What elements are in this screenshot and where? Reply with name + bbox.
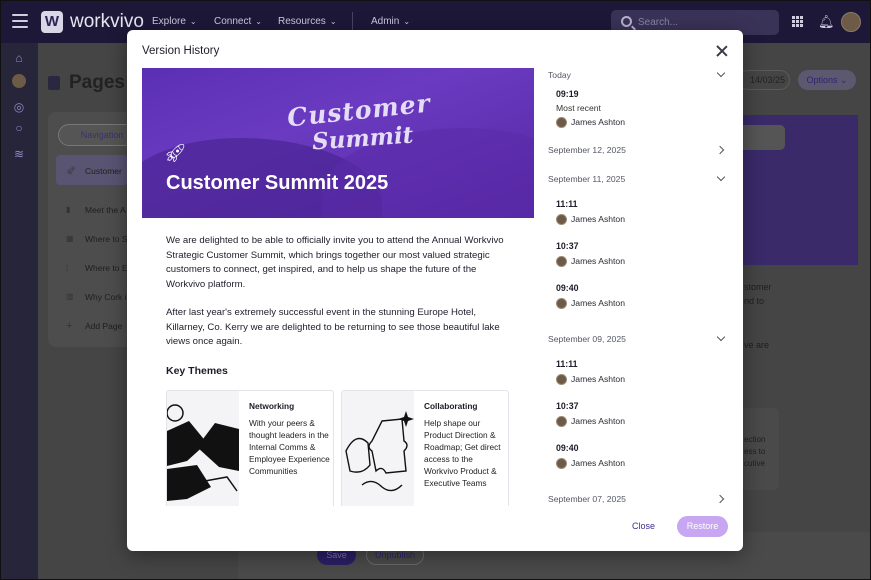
- avatar: [556, 213, 567, 225]
- preview-paragraph: After last year's extremely successful e…: [166, 307, 500, 347]
- chevron-down-icon: ⌄: [255, 17, 262, 26]
- most-recent-label: Most recent: [556, 103, 601, 113]
- background-text: ess to: [744, 447, 766, 456]
- avatar: [556, 373, 567, 385]
- chevron-down-icon: ⌄: [403, 17, 411, 26]
- chevron-down-icon: ⌄: [189, 17, 197, 26]
- version-history-modal: Version History Customer Summit 🚀︎ Custo…: [127, 30, 743, 551]
- group-sep-07[interactable]: September 07, 2025: [548, 494, 626, 504]
- group-sep-12[interactable]: September 12, 2025: [548, 145, 626, 155]
- left-rail: ⌂ ◎ ○ ≋: [0, 43, 38, 580]
- home-icon[interactable]: ⌂: [12, 51, 26, 65]
- options-button[interactable]: Options ⌄: [798, 70, 856, 90]
- theme-card-networking: Networking With your peers & thought lea…: [166, 390, 334, 506]
- page-item-meet[interactable]: Meet the A: [85, 205, 130, 215]
- version-author: James Ashton: [556, 457, 625, 469]
- avatar: [556, 255, 567, 267]
- flag-icon: ▥: [66, 292, 74, 301]
- version-time[interactable]: 11:11: [556, 359, 578, 369]
- page-item-where-eat[interactable]: Where to E: [85, 263, 130, 273]
- version-preview[interactable]: Customer Summit 🚀︎ Customer Summit 2025 …: [142, 68, 534, 506]
- notification-bell-icon[interactable]: 🔔︎: [818, 14, 835, 30]
- version-author: James Ashton: [556, 297, 625, 309]
- key-themes-heading: Key Themes: [166, 365, 228, 377]
- preview-paragraph: We are delighted to be able to officiall…: [166, 235, 504, 290]
- chat-icon[interactable]: ○: [12, 121, 26, 135]
- avatar: [556, 116, 567, 128]
- person-icon: ▮: [66, 205, 71, 214]
- page-item-why-cork[interactable]: Why Cork i: [85, 292, 130, 302]
- nav-connect[interactable]: Connect ⌄: [214, 16, 262, 27]
- version-author: James Ashton: [556, 213, 625, 225]
- hero-banner: Customer Summit 🚀︎ Customer Summit 2025: [142, 68, 534, 218]
- profile-avatar[interactable]: [12, 74, 26, 88]
- pages-icon: [48, 76, 60, 90]
- version-time[interactable]: 11:11: [556, 199, 578, 209]
- version-time[interactable]: 09:19: [556, 89, 579, 99]
- layers-icon[interactable]: ≋: [12, 147, 26, 161]
- nav-resources[interactable]: Resources ⌄: [278, 16, 337, 27]
- chevron-down-icon: ⌄: [329, 17, 337, 26]
- rocket-icon: 🚀︎: [66, 166, 77, 175]
- version-time[interactable]: 10:37: [556, 241, 579, 251]
- background-text: ection: [744, 435, 766, 444]
- page-item-where-stay[interactable]: Where to S: [85, 234, 130, 244]
- hero-title: Customer Summit 2025: [166, 172, 389, 194]
- background-text: stomer: [744, 282, 772, 292]
- avatar: [556, 297, 567, 309]
- chevron-right-icon[interactable]: [717, 146, 725, 154]
- nav-explore[interactable]: Explore ⌄: [152, 16, 197, 27]
- chevron-right-icon[interactable]: [717, 495, 725, 503]
- background-text: nd to: [744, 296, 765, 306]
- page-title: Pages: [69, 72, 125, 93]
- puzzle-illustration: [342, 391, 414, 506]
- menu-icon[interactable]: [12, 14, 28, 28]
- card-title: Collaborating: [424, 401, 478, 411]
- hotel-icon: ▦: [66, 234, 74, 243]
- chevron-down-icon[interactable]: [717, 174, 725, 182]
- search-placeholder: Search...: [638, 17, 679, 28]
- search-icon: [621, 16, 632, 27]
- nav-admin[interactable]: Admin ⌄: [371, 16, 410, 27]
- apps-grid-icon[interactable]: [792, 16, 803, 27]
- restore-button[interactable]: Restore: [677, 516, 728, 537]
- page-item-customer[interactable]: Customer: [85, 166, 130, 176]
- cutlery-icon: ¦: [66, 263, 69, 272]
- avatar: [556, 457, 567, 469]
- card-body: With your peers & thought leaders in the…: [249, 418, 330, 476]
- card-title: Networking: [249, 401, 295, 411]
- group-sep-09[interactable]: September 09, 2025: [548, 334, 626, 344]
- close-button[interactable]: Close: [632, 521, 655, 531]
- theme-card-collaborating: Collaborating Help shape our Product Dir…: [341, 390, 509, 506]
- group-sep-11[interactable]: September 11, 2025: [548, 174, 625, 184]
- version-author: James Ashton: [556, 116, 625, 128]
- version-author: James Ashton: [556, 255, 625, 267]
- plus-icon: +: [66, 320, 73, 332]
- rocket-icon: 🚀︎: [164, 143, 187, 163]
- handshake-illustration: [167, 391, 239, 506]
- nav-divider: [352, 12, 353, 32]
- modal-title: Version History: [142, 45, 220, 57]
- add-page-button[interactable]: Add Page: [85, 321, 130, 331]
- background-text: cutive: [744, 459, 765, 468]
- version-time[interactable]: 10:37: [556, 401, 579, 411]
- card-body: Help shape our Product Direction & Roadm…: [424, 418, 501, 488]
- date-badge: 14/03/25: [738, 70, 790, 90]
- user-avatar[interactable]: [841, 12, 861, 32]
- compass-icon[interactable]: ◎: [12, 100, 26, 114]
- version-timeline: Today 09:19 Most recent James Ashton Sep…: [547, 68, 729, 508]
- chevron-down-icon[interactable]: [717, 334, 725, 342]
- version-author: James Ashton: [556, 373, 625, 385]
- workvivo-logo-icon[interactable]: W: [41, 11, 63, 33]
- close-icon[interactable]: [715, 44, 729, 58]
- version-time[interactable]: 09:40: [556, 443, 579, 453]
- avatar: [556, 415, 567, 427]
- background-text: ve are: [744, 340, 770, 350]
- version-time[interactable]: 09:40: [556, 283, 579, 293]
- chevron-down-icon[interactable]: [717, 70, 725, 78]
- version-author: James Ashton: [556, 415, 625, 427]
- group-today[interactable]: Today: [548, 70, 571, 80]
